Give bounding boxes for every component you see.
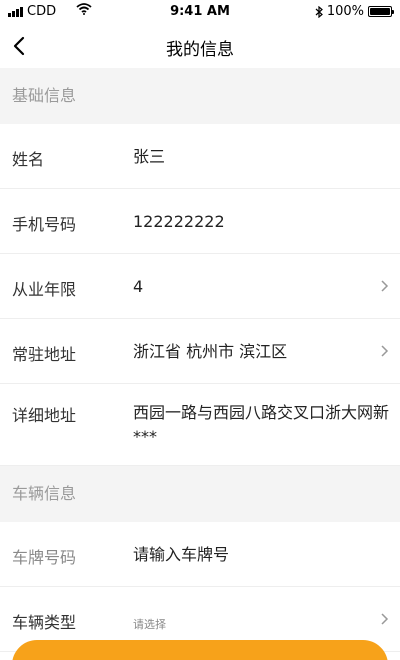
row-phone[interactable]: 手机号码 122222222 (0, 189, 400, 254)
phone-label: 手机号码 (12, 215, 77, 234)
page-title: 我的信息 (166, 40, 234, 60)
plate-label: 车牌号码 (12, 548, 77, 567)
years-label: 从业年限 (12, 280, 77, 299)
phone-value[interactable]: 122222222 (133, 210, 388, 234)
plate-input[interactable]: 请输入车牌号 (133, 543, 388, 567)
battery-icon (368, 6, 394, 17)
battery-percent: 100% (326, 4, 364, 19)
row-years[interactable]: 从业年限 4 (0, 254, 400, 319)
name-value[interactable]: 张三 (133, 145, 388, 169)
address-value[interactable]: 浙江省 杭州市 滨江区 (133, 340, 388, 364)
bluetooth-icon (315, 5, 323, 18)
address-label: 常驻地址 (12, 345, 77, 364)
row-detail-address[interactable]: 详细地址 西园一路与西园八路交叉口浙大网新*** (0, 384, 400, 466)
years-value[interactable]: 4 (133, 275, 388, 299)
chevron-right-icon (381, 345, 389, 357)
info-content: 基础信息 姓名 张三 手机号码 122222222 从业年限 4 常驻地址 浙江… (0, 68, 400, 652)
row-address[interactable]: 常驻地址 浙江省 杭州市 滨江区 (0, 319, 400, 384)
detail-address-label: 详细地址 (12, 406, 77, 425)
battery-info: 100% (315, 4, 394, 19)
submit-button[interactable] (12, 640, 388, 660)
chevron-right-icon (381, 613, 389, 625)
nav-bar: 我的信息 (0, 24, 400, 68)
name-label: 姓名 (12, 150, 45, 169)
vehicle-type-select[interactable]: 请选择 (133, 613, 388, 637)
chevron-right-icon (381, 280, 389, 292)
row-name[interactable]: 姓名 张三 (0, 124, 400, 189)
section-basic-info: 基础信息 (0, 68, 400, 124)
row-plate[interactable]: 车牌号码 请输入车牌号 (0, 522, 400, 587)
detail-address-value[interactable]: 西园一路与西园八路交叉口浙大网新*** (133, 401, 390, 449)
vehicle-type-label: 车辆类型 (12, 613, 77, 632)
section-vehicle-info: 车辆信息 (0, 466, 400, 522)
status-bar: CDD 9:41 AM 100% (0, 0, 400, 24)
